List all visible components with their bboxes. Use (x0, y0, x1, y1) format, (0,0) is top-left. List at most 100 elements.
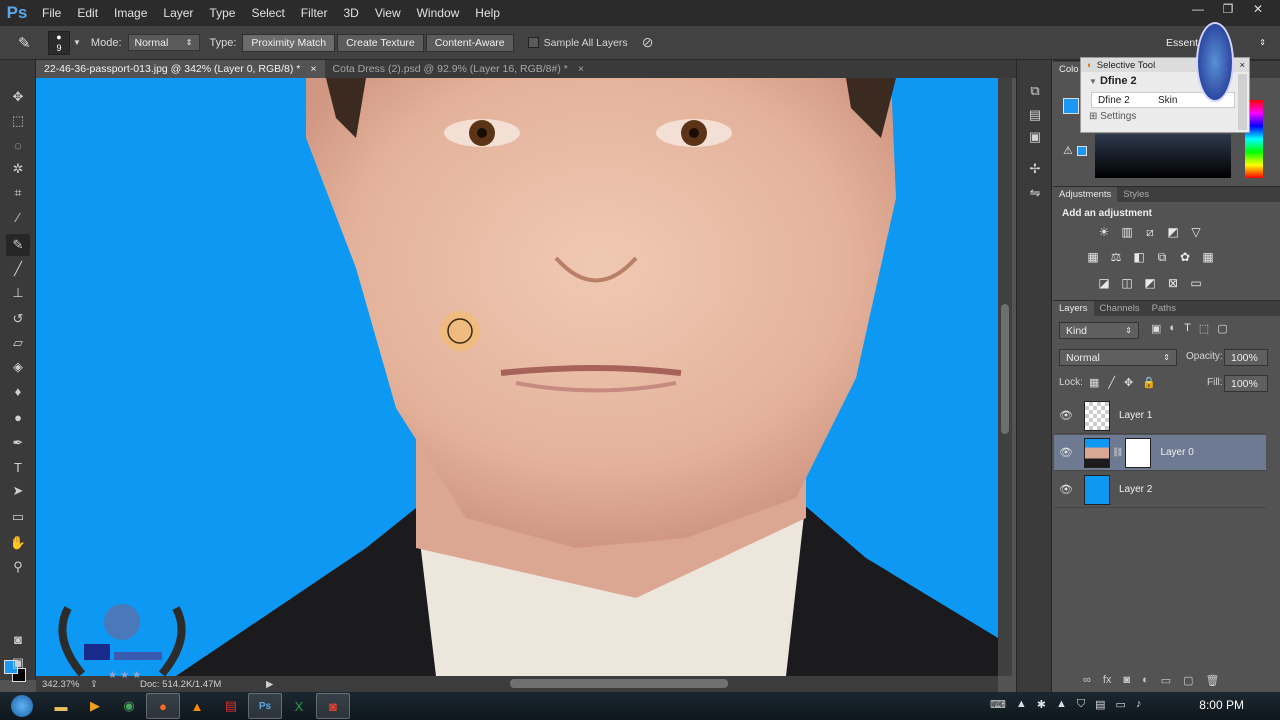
history-icon[interactable]: ⧉ (1025, 82, 1045, 100)
restore-button[interactable]: ❐ (1214, 0, 1242, 18)
layer-name[interactable]: Layer 1 (1119, 410, 1152, 421)
pressure-icon[interactable]: ⊘ (642, 34, 654, 51)
warning-icon[interactable]: ⚠ (1063, 144, 1073, 157)
brush-icon[interactable]: ╱ (6, 258, 30, 280)
sample-all-layers-checkbox[interactable] (527, 37, 539, 48)
menu-image[interactable]: Image (106, 0, 155, 26)
layer-name[interactable]: Layer 2 (1119, 484, 1152, 495)
paint-bucket-icon[interactable]: ◈ (6, 356, 30, 378)
stamp-icon[interactable]: ⊥ (6, 282, 30, 304)
tab-channels[interactable]: Channels (1094, 301, 1146, 317)
hue-saturation-icon[interactable]: ▦ (1083, 248, 1103, 266)
bluetooth-icon[interactable]: ✱ (1037, 698, 1046, 711)
screen-mode-icon[interactable]: ▣ (6, 652, 30, 674)
chrome-icon[interactable]: ◉ (112, 693, 146, 719)
smart-object-filter-icon[interactable]: ▢ (1217, 322, 1227, 335)
add-mask-icon[interactable]: ◙ (1123, 674, 1130, 687)
lock-transparent-icon[interactable]: ▦ (1089, 376, 1099, 389)
menu-filter[interactable]: Filter (293, 0, 336, 26)
battery-icon[interactable]: ▭ (1116, 698, 1126, 711)
menu-window[interactable]: Window (409, 0, 468, 26)
layer-row-layer-2[interactable]: 👁 Layer 2 (1054, 472, 1266, 508)
menu-file[interactable]: File (34, 0, 69, 26)
menu-help[interactable]: Help (467, 0, 508, 26)
color-balance-icon[interactable]: ⚖ (1106, 248, 1126, 266)
layer-kind-filter[interactable]: Kind ⇕ (1059, 322, 1139, 339)
horizontal-scroll-thumb[interactable] (510, 679, 728, 688)
delete-layer-icon[interactable]: 🗑 (1206, 674, 1220, 687)
new-group-icon[interactable]: ▭ (1161, 674, 1171, 687)
document-canvas[interactable] (36, 78, 998, 676)
excel-icon[interactable]: X (282, 693, 316, 719)
magic-wand-icon[interactable]: ✲ (6, 158, 30, 180)
printer-icon[interactable]: ▤ (1095, 698, 1105, 711)
hand-icon[interactable]: ✋ (6, 532, 30, 554)
lasso-icon[interactable]: ◌ (6, 134, 30, 156)
tray-expand-icon[interactable]: ▲ (1016, 698, 1027, 711)
adjustment-filter-icon[interactable]: ◐ (1169, 322, 1176, 335)
visibility-eye-icon[interactable]: 👁 (1054, 409, 1078, 422)
quick-mask-icon[interactable]: ◙ (6, 628, 30, 650)
pen-icon[interactable]: ✒ (6, 432, 30, 454)
shape-filter-icon[interactable]: ⬚ (1199, 322, 1209, 335)
network-icon[interactable]: ▲ (1056, 698, 1067, 711)
visibility-eye-icon[interactable]: 👁 (1054, 446, 1078, 459)
type-filter-icon[interactable]: T (1184, 322, 1191, 335)
brush-presets-icon[interactable]: ✢ (1025, 160, 1045, 178)
marquee-icon[interactable]: ⬚ (6, 110, 30, 132)
tool-presets-icon[interactable]: ⇋ (1025, 184, 1045, 202)
start-button[interactable] (0, 693, 44, 719)
popup-scrollbar[interactable] (1238, 74, 1247, 130)
proximity-match-button[interactable]: Proximity Match (242, 33, 336, 52)
popup-settings[interactable]: ⊞ Settings (1081, 108, 1249, 125)
volume-icon[interactable]: ♪ (1136, 698, 1142, 711)
photoshop-taskbar-icon[interactable]: Ps (248, 693, 282, 719)
keyboard-icon[interactable]: ⌨ (990, 698, 1006, 711)
tab-styles[interactable]: Styles (1117, 187, 1155, 203)
status-arrow-icon[interactable]: ▶ (266, 679, 273, 690)
layer-name[interactable]: Layer 0 (1160, 447, 1193, 458)
explorer-icon[interactable]: ▬ (44, 693, 78, 719)
threshold-icon[interactable]: ◩ (1140, 274, 1160, 292)
photo-filter-icon[interactable]: ⧉ (1152, 248, 1172, 266)
minimize-button[interactable]: — (1184, 0, 1212, 18)
gradient-map-icon[interactable]: ▭ (1186, 274, 1206, 292)
path-select-icon[interactable]: ➤ (6, 480, 30, 502)
invert-icon[interactable]: ◪ (1094, 274, 1114, 292)
vertical-scrollbar[interactable] (998, 78, 1012, 676)
media-player-icon[interactable]: ▶ (78, 693, 112, 719)
brush-dropdown-icon[interactable]: ▼ (73, 38, 81, 47)
tab-paths[interactable]: Paths (1146, 301, 1182, 317)
move-icon[interactable]: ✥ (6, 86, 30, 108)
web-safe-swatch[interactable] (1077, 146, 1087, 156)
menu-3d[interactable]: 3D (335, 0, 366, 26)
close-icon[interactable]: × (310, 63, 316, 75)
lock-all-icon[interactable]: 🔒 (1142, 376, 1156, 389)
menu-select[interactable]: Select (243, 0, 292, 26)
fill-input[interactable]: 100% (1224, 375, 1268, 392)
blend-mode-select[interactable]: Normal ⇕ (1059, 349, 1177, 366)
fx-icon[interactable]: fx (1103, 674, 1112, 687)
vlc-icon[interactable]: ▲ (180, 693, 214, 719)
black-white-icon[interactable]: ◧ (1129, 248, 1149, 266)
posterize-icon[interactable]: ◫ (1117, 274, 1137, 292)
tab-layers[interactable]: Layers (1053, 300, 1094, 317)
eraser-icon[interactable]: ▱ (6, 332, 30, 354)
content-aware-button[interactable]: Content-Aware (425, 33, 514, 52)
close-button[interactable]: ✕ (1244, 0, 1272, 18)
menu-edit[interactable]: Edit (69, 0, 106, 26)
new-layer-icon[interactable]: ▢ (1183, 674, 1193, 687)
menu-view[interactable]: View (367, 0, 409, 26)
history-brush-icon[interactable]: ↺ (6, 308, 30, 330)
info-icon[interactable]: ▣ (1025, 128, 1045, 146)
scroll-thumb[interactable] (1001, 304, 1009, 434)
tab-passport[interactable]: 22-46-36-passport-013.jpg @ 342% (Layer … (36, 60, 325, 78)
shield-icon[interactable]: ⛉ (1077, 698, 1085, 711)
acrobat-icon[interactable]: ▤ (214, 693, 248, 719)
exposure-icon[interactable]: ◩ (1163, 223, 1183, 241)
selective-color-icon[interactable]: ⊠ (1163, 274, 1183, 292)
shape-icon[interactable]: ▭ (6, 506, 30, 528)
properties-icon[interactable]: ▤ (1025, 106, 1045, 124)
new-adjustment-icon[interactable]: ◐ (1142, 674, 1149, 687)
filter-preset[interactable]: Skin (1158, 95, 1177, 106)
